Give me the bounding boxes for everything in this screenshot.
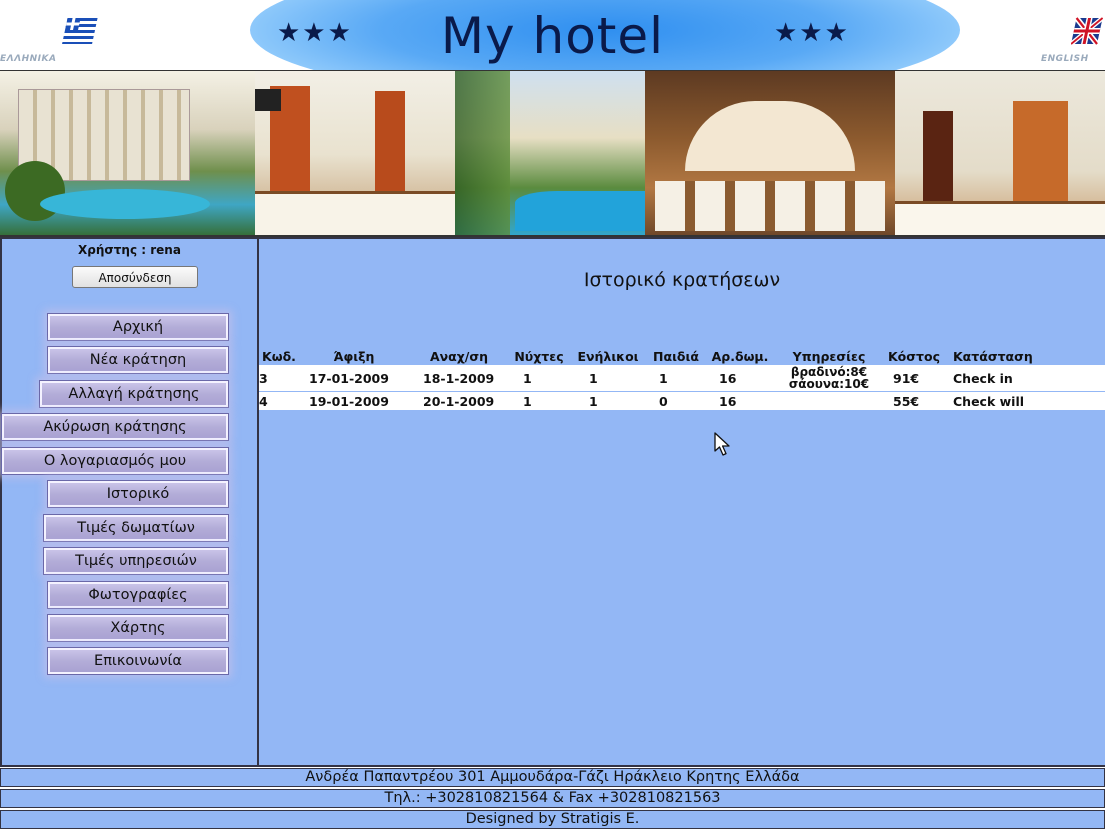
table-row: 3 17-01-2009 18-1-2009 1 1 1 16 βραδινό:…: [259, 365, 1105, 392]
menu-item-home[interactable]: Αρχική: [47, 313, 229, 341]
column-header-nights: Νύχτες: [514, 348, 564, 364]
hotel-photo-banner: [0, 70, 1105, 237]
menu-item-contact[interactable]: Επικοινωνία: [47, 647, 229, 675]
table-header-row: Κωδ. Άφιξη Αναχ/ση Νύχτες Ενήλικοι Παιδι…: [259, 347, 1105, 365]
cell-status: Check will: [945, 391, 1105, 410]
sidebar: Χρήστης : rena Αποσύνδεση Αρχική Νέα κρά…: [0, 237, 259, 767]
menu-item-my-account[interactable]: Ο λογαριασμός μου: [1, 447, 229, 475]
column-header-adults: Ενήλικοι: [577, 348, 639, 364]
column-header-status: Κατάσταση: [953, 348, 1033, 364]
column-header-departure: Αναχ/ση: [429, 348, 489, 364]
menu-item-map[interactable]: Χάρτης: [47, 614, 229, 642]
bedroom-photo: [895, 71, 1105, 235]
column-header-room: Αρ.δωμ.: [711, 348, 769, 364]
menu-item-room-prices[interactable]: Τιμές δωματίων: [43, 514, 229, 542]
cell-code: 3: [259, 370, 268, 386]
menu-item-photos[interactable]: Φωτογραφίες: [47, 581, 229, 609]
hotel-pool-photo: [0, 71, 255, 235]
site-header: ΕΛΛΗΝΙΚΑ ★★★ My hotel ★★★ ENGLISH: [0, 0, 1105, 70]
cell-cost: 91€: [893, 370, 920, 386]
cell-children: 1: [659, 370, 668, 386]
menu-item-service-prices[interactable]: Τιμές υπηρεσιών: [43, 547, 229, 575]
column-header-arrival: Άφιξη: [333, 348, 375, 364]
current-user-label: Χρήστης : rena: [78, 243, 181, 257]
rating-stars-right: ★★★: [774, 18, 850, 48]
cell-departure: 20-1-2009: [409, 391, 509, 410]
restaurant-photo: [645, 71, 895, 235]
service-line: σάουνα:10€: [788, 377, 870, 391]
room-photo: [255, 71, 455, 235]
cell-nights: 1: [523, 370, 532, 386]
main-content: Ιστορικό κρατήσεων Κωδ. Άφιξη Αναχ/ση Νύ…: [259, 237, 1105, 767]
mouse-pointer-icon: [714, 432, 730, 456]
footer-phone: Τηλ.: +302810821564 & Fax +302810821563: [0, 789, 1105, 808]
column-header-children: Παιδιά: [653, 348, 699, 364]
cell-services: [775, 391, 883, 410]
cell-nights: 1: [509, 391, 569, 410]
footer-credits: Designed by Stratigis E.: [0, 810, 1105, 829]
cell-arrival: 19-01-2009: [299, 391, 409, 410]
cell-status: Check in: [953, 370, 1013, 386]
site-title: My hotel: [440, 7, 665, 65]
column-header-code: Κωδ.: [262, 348, 296, 364]
english-language-link[interactable]: ENGLISH: [1025, 10, 1105, 70]
booking-history-table: Κωδ. Άφιξη Αναχ/ση Νύχτες Ενήλικοι Παιδι…: [259, 347, 1105, 410]
cell-adults: 1: [589, 370, 598, 386]
cell-departure: 18-1-2009: [423, 370, 495, 386]
english-language-label: ENGLISH: [1041, 54, 1089, 64]
menu-item-change-booking[interactable]: Αλλαγή κράτησης: [39, 380, 229, 408]
menu-item-history[interactable]: Ιστορικό: [47, 480, 229, 508]
cell-children: 0: [647, 391, 705, 410]
cell-cost: 55€: [883, 391, 945, 410]
cell-room: 16: [705, 391, 775, 410]
column-header-cost: Κόστος: [888, 348, 940, 364]
garden-pool-photo: [455, 71, 655, 235]
cell-adults: 1: [569, 391, 647, 410]
menu-item-cancel-booking[interactable]: Ακύρωση κράτησης: [1, 413, 229, 441]
cell-room: 16: [719, 370, 737, 386]
footer-address: Ανδρέα Παπαντρέου 301 Αμμουδάρα-Γάζι Ηρά…: [0, 768, 1105, 787]
cell-arrival: 17-01-2009: [309, 370, 389, 386]
logout-button[interactable]: Αποσύνδεση: [72, 266, 198, 288]
cell-services: βραδινό:8€ σάουνα:10€: [775, 365, 883, 392]
page-title: Ιστορικό κρατήσεων: [583, 269, 781, 291]
uk-flag-icon: [1071, 16, 1103, 46]
column-header-services: Υπηρεσίες: [792, 348, 866, 364]
menu-item-new-booking[interactable]: Νέα κράτηση: [47, 346, 229, 374]
table-row: 4 19-01-2009 20-1-2009 1 1 0 16 55€ Chec…: [259, 391, 1105, 410]
cell-code: 4: [259, 391, 299, 410]
